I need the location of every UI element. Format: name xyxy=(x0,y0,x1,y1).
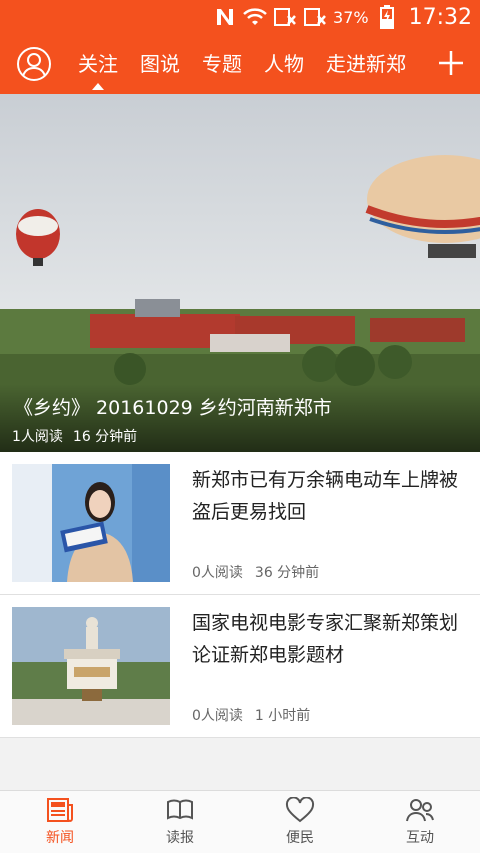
no-signal-icon xyxy=(273,5,297,29)
article-list: 新郑市已有万余辆电动车上牌被盗后更易找回 0人阅读 36 分钟前 国家电视电影专… xyxy=(0,452,480,738)
tab-interact[interactable]: 互动 xyxy=(360,791,480,853)
no-signal-icon xyxy=(303,5,327,29)
publish-time: 1 小时前 xyxy=(254,708,311,724)
plus-icon xyxy=(439,51,463,75)
tab-convenience[interactable]: 便民 xyxy=(240,791,360,853)
heart-icon xyxy=(285,797,315,823)
clock: 17:32 xyxy=(408,4,472,30)
article-thumbnail xyxy=(12,607,170,725)
read-count: 1人阅读 xyxy=(12,429,63,445)
tab-news[interactable]: 新闻 xyxy=(0,791,120,853)
top-nav: 关注 图说 专题 人物 走进新郑 xyxy=(0,34,480,94)
open-book-icon xyxy=(167,799,193,820)
publish-time: 16 分钟前 xyxy=(72,429,138,445)
hero-title: 《乡约》 20161029 乡约河南新郑市 xyxy=(14,397,332,419)
battery-charging-icon xyxy=(375,5,399,29)
list-item[interactable]: 新郑市已有万余辆电动车上牌被盗后更易找回 0人阅读 36 分钟前 xyxy=(0,452,480,595)
read-count: 0人阅读 xyxy=(192,708,243,724)
tab-news-label: 新闻 xyxy=(46,830,74,846)
read-count: 0人阅读 xyxy=(192,565,243,581)
tab-read-paper[interactable]: 读报 xyxy=(120,791,240,853)
hero-article[interactable]: 《乡约》 20161029 乡约河南新郑市 1人阅读 16 分钟前 xyxy=(0,94,480,452)
user-avatar-button[interactable] xyxy=(16,46,52,82)
tab-follow[interactable]: 关注 xyxy=(78,34,118,94)
tab-topics[interactable]: 专题 xyxy=(202,34,242,94)
tab-convenience-label: 便民 xyxy=(286,830,314,846)
status-icons: 37% 17:32 xyxy=(213,4,472,30)
tab-photo-story[interactable]: 图说 xyxy=(140,34,180,94)
article-meta: 0人阅读 36 分钟前 xyxy=(192,562,319,582)
tab-interact-label: 互动 xyxy=(406,830,434,846)
list-item[interactable]: 国家电视电影专家汇聚新郑策划论证新郑电影题材 0人阅读 1 小时前 xyxy=(0,595,480,738)
bottom-tab-bar: 新闻 读报 便民 互动 xyxy=(0,790,480,853)
hero-meta: 1人阅读 16 分钟前 xyxy=(12,426,137,446)
article-title: 国家电视电影专家汇聚新郑策划论证新郑电影题材 xyxy=(192,612,459,666)
tab-read-paper-label: 读报 xyxy=(166,830,194,846)
wifi-icon xyxy=(243,5,267,29)
publish-time: 36 分钟前 xyxy=(254,565,320,581)
tab-people[interactable]: 人物 xyxy=(264,34,304,94)
battery-percent: 37% xyxy=(333,7,369,27)
article-meta: 0人阅读 1 小时前 xyxy=(192,705,310,725)
n-notification-icon xyxy=(213,5,237,29)
article-title: 新郑市已有万余辆电动车上牌被盗后更易找回 xyxy=(192,469,459,523)
add-channel-button[interactable] xyxy=(438,50,464,76)
user-icon xyxy=(17,47,51,81)
newspaper-icon xyxy=(47,798,73,822)
channel-tabs: 关注 图说 专题 人物 走进新郑 xyxy=(78,34,406,94)
tab-into-xinzheng[interactable]: 走进新郑 xyxy=(326,34,406,94)
article-thumbnail xyxy=(12,464,170,582)
status-bar: 37% 17:32 xyxy=(0,0,480,34)
users-icon xyxy=(406,799,434,822)
